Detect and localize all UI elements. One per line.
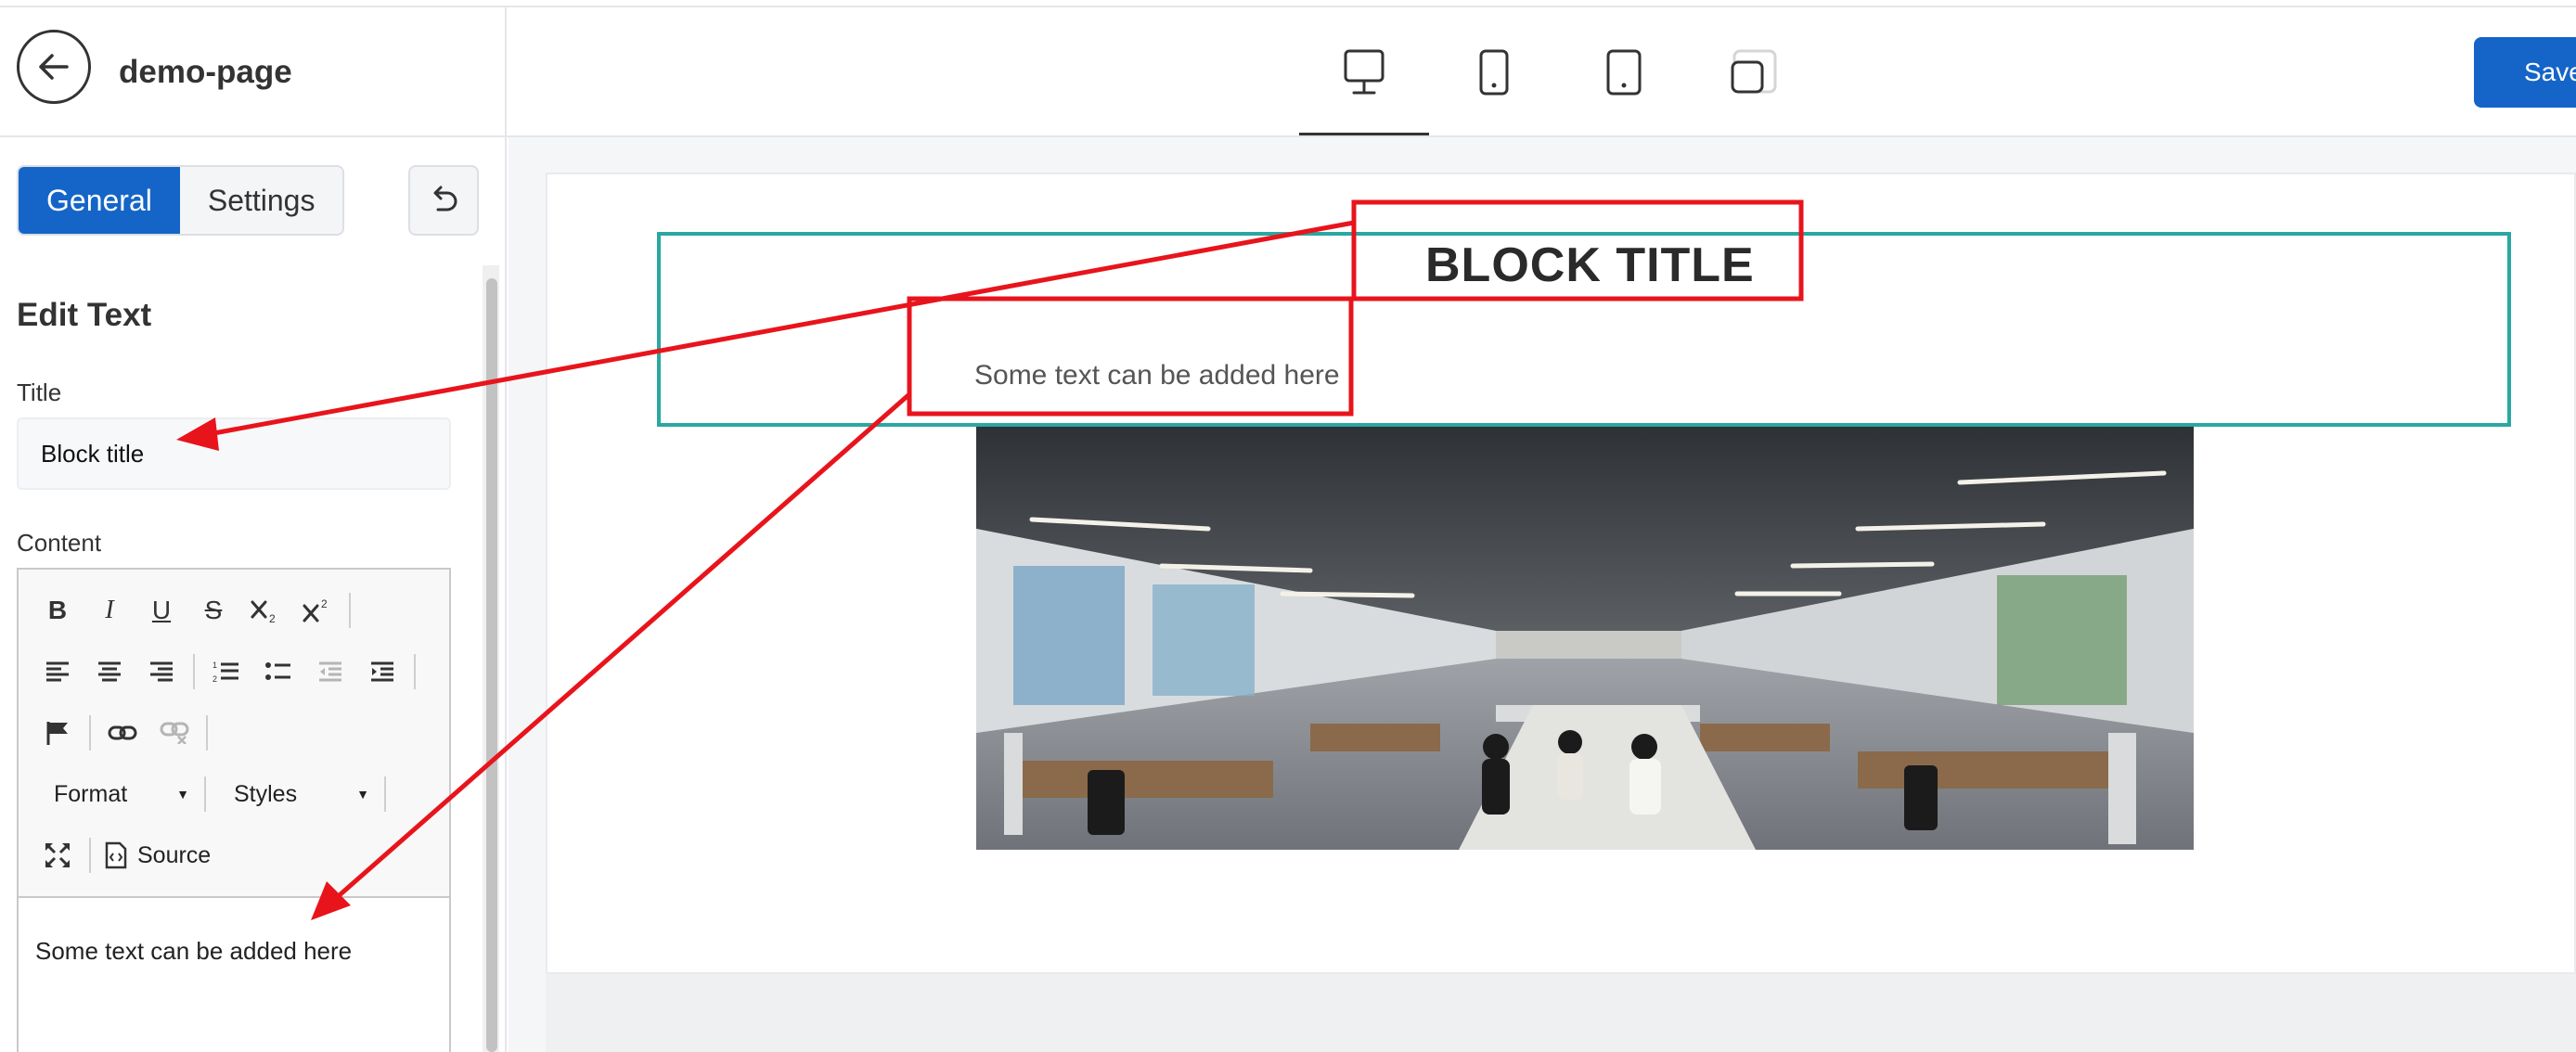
block-title[interactable]: BLOCK TITLE (1425, 237, 1755, 293)
tablet-icon (1479, 49, 1509, 96)
arrow-left-icon (39, 54, 69, 80)
unlink-icon[interactable] (148, 707, 200, 759)
block-text[interactable]: Some text can be added here (974, 360, 1340, 391)
office-image[interactable] (976, 427, 2194, 850)
tab-settings[interactable]: Settings (179, 167, 343, 234)
back-button[interactable] (17, 30, 91, 104)
svg-text:1: 1 (213, 661, 217, 670)
underline-icon[interactable]: U (135, 584, 187, 636)
mobile-icon (1731, 49, 1777, 94)
editor-content[interactable]: Some text can be added here (35, 937, 352, 966)
format-dropdown[interactable]: Format ▼ (32, 768, 199, 820)
styles-dropdown-label: Styles (234, 780, 298, 807)
svg-text:2: 2 (213, 674, 217, 684)
section-title: Edit Text (17, 297, 152, 333)
indent-icon[interactable] (356, 646, 408, 698)
source-icon (105, 841, 127, 869)
undo-icon (433, 186, 457, 212)
styles-dropdown[interactable]: Styles ▼ (212, 768, 379, 820)
sidebar-header: demo-page (0, 7, 505, 137)
align-right-icon[interactable] (135, 646, 187, 698)
title-input[interactable]: Block title (17, 417, 451, 490)
device-desktop[interactable] (1299, 28, 1429, 135)
toolbar-separator (414, 654, 416, 689)
flag-anchor-icon[interactable] (32, 707, 84, 759)
maximize-icon[interactable] (32, 829, 84, 881)
top-edge (0, 0, 2576, 7)
strikethrough-icon[interactable]: S (187, 584, 239, 636)
toolbar-separator (204, 776, 206, 812)
align-center-icon[interactable] (84, 646, 135, 698)
toolbar-separator (89, 838, 91, 873)
source-label: Source (137, 841, 212, 868)
toolbar-separator (89, 715, 91, 751)
device-tablet[interactable] (1429, 28, 1559, 135)
save-button[interactable]: Save (2474, 37, 2576, 108)
toolbar-separator (349, 593, 351, 628)
link-icon[interactable] (97, 707, 148, 759)
svg-text:2: 2 (269, 612, 276, 624)
sidebar-panel: demo-page General Settings Edit Text Tit… (0, 7, 507, 1052)
editor-toolbar: B I U S 2 2 1 2 Format ▼ Styles ▼ Source (19, 570, 449, 898)
device-tablet-small[interactable] (1559, 28, 1689, 135)
rich-text-editor: B I U S 2 2 1 2 Format ▼ Styles ▼ Source… (17, 568, 451, 1052)
chevron-down-icon: ▼ (176, 787, 189, 802)
panel-tabs: General Settings (17, 165, 345, 236)
format-dropdown-label: Format (54, 780, 128, 807)
undo-button[interactable] (408, 165, 479, 236)
toolbar-separator (206, 715, 208, 751)
align-left-icon[interactable] (32, 646, 84, 698)
desktop-icon (1344, 49, 1385, 95)
toolbar-separator (193, 654, 195, 689)
subscript-icon[interactable]: 2 (239, 584, 291, 636)
tablet-small-icon (1606, 49, 1642, 96)
sidebar-scroll-thumb[interactable] (486, 278, 497, 1052)
source-button[interactable]: Source (97, 829, 218, 881)
chevron-down-icon: ▼ (356, 787, 369, 802)
tab-general[interactable]: General (19, 167, 180, 234)
builder-app: { "app": { "page_name": "demo-page", "sa… (0, 0, 2576, 1052)
svg-text:2: 2 (321, 597, 328, 610)
title-label: Title (17, 378, 62, 406)
italic-icon[interactable]: I (84, 584, 135, 636)
content-label: Content (17, 529, 102, 557)
superscript-icon[interactable]: 2 (291, 584, 343, 636)
canvas-footer (546, 974, 2576, 1052)
title-input-value: Block title (41, 439, 145, 468)
bold-icon[interactable]: B (32, 584, 84, 636)
outdent-icon[interactable] (304, 646, 356, 698)
toolbar-separator (384, 776, 386, 812)
page-name: demo-page (119, 54, 292, 90)
numbered-list-icon[interactable]: 12 (200, 646, 252, 698)
device-mobile[interactable] (1689, 28, 1819, 135)
bullet-list-icon[interactable] (252, 646, 304, 698)
